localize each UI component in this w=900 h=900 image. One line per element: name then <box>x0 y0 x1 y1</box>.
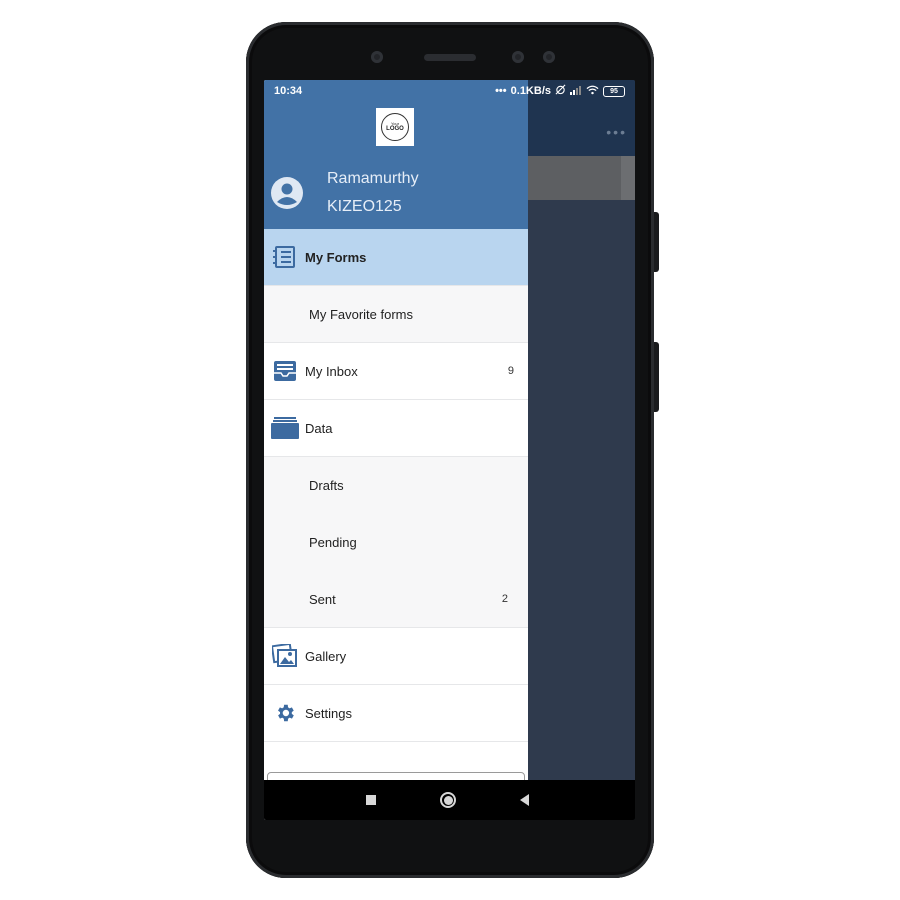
status-icons: ••• 0.1KB/s 95 <box>495 84 625 98</box>
signal-icon <box>570 85 582 98</box>
user-name: Ramamurthy <box>327 170 419 187</box>
status-bar: 10:34 ••• 0.1KB/s 95 <box>264 80 635 102</box>
menu-item-label: My Forms <box>305 249 367 265</box>
sent-count-badge: 2 <box>501 593 508 605</box>
menu-item-favorite-forms[interactable]: My Favorite forms <box>264 286 528 343</box>
wifi-icon <box>586 85 599 98</box>
alarm-off-icon <box>555 84 566 98</box>
menu-item-my-forms[interactable]: My Forms <box>264 229 528 286</box>
menu-item-label: Pending <box>309 535 357 550</box>
menu-item-label: Sent <box>309 591 336 607</box>
menu-item-my-inbox[interactable]: My Inbox 9 <box>264 343 528 400</box>
sensor-2 <box>543 51 555 63</box>
menu-item-label: Gallery <box>305 648 347 664</box>
menu-item-label: Drafts <box>309 478 344 493</box>
overflow-menu-icon[interactable]: ••• <box>606 124 627 140</box>
gear-icon <box>271 702 299 724</box>
power-button <box>654 342 659 412</box>
back-button[interactable] <box>520 794 529 806</box>
menu-item-settings[interactable]: Settings <box>264 685 528 742</box>
company-logo: Your LOGO <box>376 108 414 146</box>
battery-icon: 95 <box>603 85 625 97</box>
drawer-menu: My Forms My Favorite forms My Inbox 9 Da… <box>264 229 528 742</box>
home-button[interactable] <box>440 792 456 808</box>
gallery-icon <box>271 644 299 668</box>
menu-item-gallery[interactable]: Gallery <box>264 628 528 685</box>
inbox-icon <box>271 360 299 382</box>
background-search-bar <box>528 156 635 200</box>
menu-item-label: My Inbox <box>305 363 358 379</box>
sensor <box>512 51 524 63</box>
background-search-edge <box>621 156 635 200</box>
data-folder-icon <box>271 417 299 439</box>
logo-mark: Your LOGO <box>381 113 409 141</box>
earpiece-speaker <box>424 54 476 61</box>
forms-icon <box>271 246 299 268</box>
menu-item-drafts[interactable]: Drafts <box>264 457 528 514</box>
menu-item-label: Settings <box>305 705 352 721</box>
navigation-drawer: Your LOGO Ramamurthy KIZEO125 My Forms M… <box>264 80 528 820</box>
volume-button <box>654 212 659 272</box>
network-speed: 0.1KB/s <box>510 85 551 97</box>
status-time: 10:34 <box>274 85 303 97</box>
inbox-count-badge: 9 <box>507 365 514 377</box>
menu-item-pending[interactable]: Pending <box>264 514 528 571</box>
menu-item-sent[interactable]: Sent 2 <box>264 571 528 628</box>
menu-item-data[interactable]: Data <box>264 400 528 457</box>
menu-item-label: Data <box>305 420 333 436</box>
front-camera <box>371 51 383 63</box>
recent-apps-button[interactable] <box>366 795 376 805</box>
drawer-header: Your LOGO Ramamurthy KIZEO125 <box>264 80 528 229</box>
system-navigation-bar <box>264 780 635 820</box>
menu-item-label: My Favorite forms <box>309 306 414 322</box>
user-id: KIZEO125 <box>327 198 402 215</box>
avatar[interactable] <box>270 176 304 210</box>
notification-dots: ••• <box>495 85 507 97</box>
home-button-dot <box>443 795 453 805</box>
logo-text: LOGO <box>386 126 404 132</box>
phone-screen: ••• 10:34 ••• 0.1KB/s 95 Your LOGO Ramam… <box>264 80 635 820</box>
